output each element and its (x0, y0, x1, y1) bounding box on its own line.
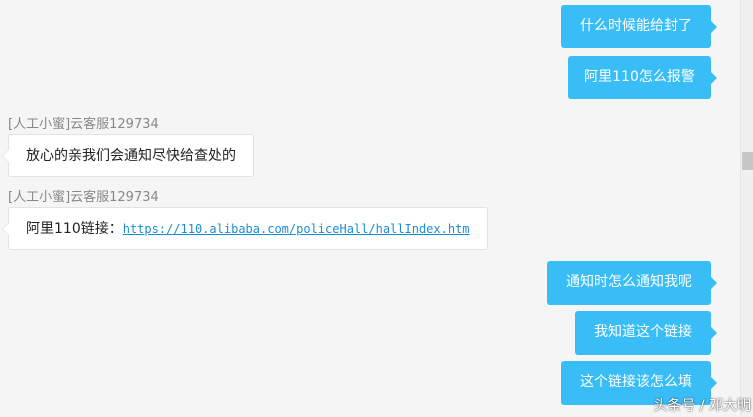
message-text: 通知时怎么通知我呢 (566, 274, 692, 290)
message-text: 阿里110怎么报警 (584, 69, 695, 85)
watermark: 头条号 / 邓大明 (653, 398, 751, 414)
message-text: 我知道这个链接 (594, 324, 692, 340)
outgoing-message-bubble: 通知时怎么通知我呢 (547, 261, 717, 305)
outgoing-message-bubble: 阿里110怎么报警 (568, 56, 717, 99)
scrollbar-thumb[interactable] (742, 152, 753, 170)
message-text: 放心的亲我们会通知尽快给查处的 (26, 148, 236, 164)
agent-sender-name: [人工小蜜]云客服129734 (8, 117, 159, 132)
message-text: 这个链接该怎么填 (580, 374, 692, 390)
message-text-prefix: 阿里110链接： (26, 221, 123, 237)
vertical-scrollbar[interactable] (740, 0, 753, 417)
incoming-message-bubble: 阿里110链接：https://110.alibaba.com/policeHa… (2, 207, 488, 250)
incoming-message-bubble: 放心的亲我们会通知尽快给查处的 (2, 134, 254, 177)
message-text: 什么时候能给封了 (580, 18, 692, 34)
outgoing-message-bubble: 我知道这个链接 (575, 311, 717, 355)
outgoing-message-bubble: 什么时候能给封了 (561, 5, 717, 48)
agent-sender-name: [人工小蜜]云客服129734 (8, 190, 159, 205)
police-hall-link[interactable]: https://110.alibaba.com/policeHall/hallI… (123, 222, 470, 236)
chat-message-list: 什么时候能给封了 阿里110怎么报警 [人工小蜜]云客服129734 放心的亲我… (0, 0, 740, 417)
